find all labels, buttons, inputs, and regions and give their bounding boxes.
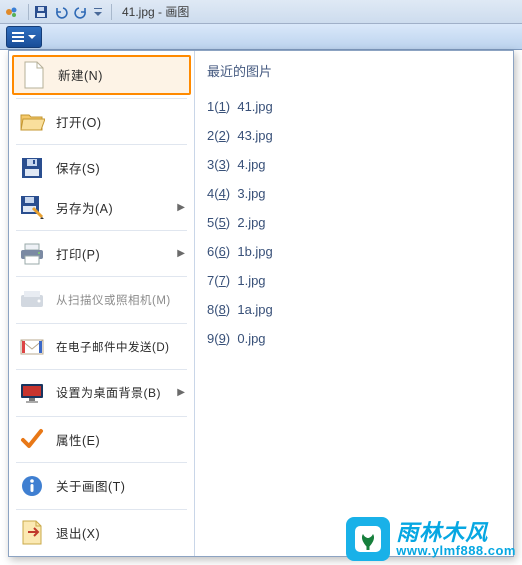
save-icon [18,154,46,182]
divider [16,369,187,370]
recent-file-item[interactable]: 7(7) 1.jpg [207,266,501,295]
checkmark-icon [18,425,46,453]
menu-item-label: 设置为桌面背景(B) [56,384,161,401]
divider [16,416,187,417]
menu-item-email[interactable]: 在电子邮件中发送(D) [12,327,191,366]
divider [16,509,187,510]
chevron-down-icon [28,35,36,39]
menu-item-label: 打开(O) [56,112,102,131]
menu-item-properties[interactable]: 属性(E) [12,420,191,459]
recent-file-item[interactable]: 5(5) 2.jpg [207,208,501,237]
exit-icon [18,518,46,546]
qat-dropdown-icon[interactable] [93,4,103,20]
menu-item-save[interactable]: 保存(S) [12,148,191,187]
separator [111,4,112,20]
menu-item-label: 保存(S) [56,158,100,177]
menu-item-open[interactable]: 打开(O) [12,102,191,141]
watermark-text: 雨林木风 www.ylmf888.com [396,522,516,557]
chevron-right-icon: ▶ [177,202,185,213]
chevron-right-icon: ▶ [177,248,185,259]
open-folder-icon [18,107,46,135]
recent-file-item[interactable]: 1(1) 41.jpg [207,92,501,121]
new-file-icon [20,61,48,89]
menu-item-save-as[interactable]: 另存为(A) ▶ [12,188,191,227]
menu-item-scanner[interactable]: 从扫描仪或照相机(M) [12,280,191,319]
desktop-icon [18,379,46,407]
watermark-url: www.ylmf888.com [396,544,516,557]
save-as-icon [18,193,46,221]
app-icon [4,4,20,20]
divider [16,323,187,324]
ribbon-strip [0,24,522,50]
recent-file-item[interactable]: 4(4) 3.jpg [207,179,501,208]
divider [16,462,187,463]
menu-item-label: 关于画图(T) [56,476,125,495]
menu-item-print[interactable]: 打印(P) ▶ [12,234,191,273]
separator [28,4,29,20]
chevron-right-icon: ▶ [177,387,185,398]
divider [16,98,187,99]
recent-file-item[interactable]: 2(2) 43.jpg [207,121,501,150]
divider [16,230,187,231]
email-icon [18,333,46,361]
menu-item-label: 从扫描仪或照相机(M) [56,292,171,308]
divider [16,276,187,277]
menu-item-exit[interactable]: 退出(X) [12,513,191,552]
recent-file-item[interactable]: 3(3) 4.jpg [207,150,501,179]
file-menu-panel: 新建(N) 打开(O) 保存(S) 另存为(A) ▶ [8,50,514,557]
print-icon [18,240,46,268]
divider [16,144,187,145]
recent-list: 1(1) 41.jpg2(2) 43.jpg3(3) 4.jpg4(4) 3.j… [207,92,501,353]
menu-item-label: 打印(P) [56,244,100,263]
file-menu-button[interactable] [6,26,42,48]
file-menu-left-column: 新建(N) 打开(O) 保存(S) 另存为(A) ▶ [9,51,195,556]
menu-item-desktop-bg[interactable]: 设置为桌面背景(B) ▶ [12,373,191,412]
recent-file-item[interactable]: 8(8) 1a.jpg [207,295,501,324]
watermark: 雨林木风 www.ylmf888.com [346,517,516,561]
save-icon[interactable] [33,4,49,20]
scanner-icon [18,286,46,314]
menu-item-label: 新建(N) [58,65,103,84]
redo-icon[interactable] [73,4,89,20]
menu-item-about[interactable]: 关于画图(T) [12,466,191,505]
watermark-logo-icon [346,517,390,561]
menu-item-label: 在电子邮件中发送(D) [56,339,169,355]
watermark-cn: 雨林木风 [396,522,488,544]
info-icon [18,472,46,500]
recent-file-item[interactable]: 6(6) 1b.jpg [207,237,501,266]
recent-files-column: 最近的图片 1(1) 41.jpg2(2) 43.jpg3(3) 4.jpg4(… [195,51,513,556]
hamburger-icon [12,32,24,42]
menu-item-new[interactable]: 新建(N) [12,55,191,95]
recent-heading: 最近的图片 [207,61,501,80]
menu-item-label: 退出(X) [56,523,100,542]
undo-icon[interactable] [53,4,69,20]
menu-item-label: 属性(E) [56,430,100,449]
title-bar: 41.jpg - 画图 [0,0,522,24]
window-title: 41.jpg - 画图 [122,3,189,20]
menu-item-label: 另存为(A) [56,198,113,217]
recent-file-item[interactable]: 9(9) 0.jpg [207,324,501,353]
